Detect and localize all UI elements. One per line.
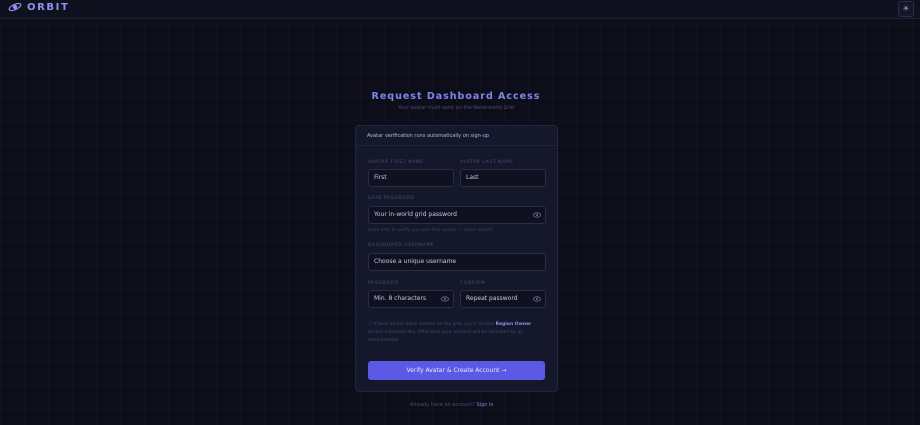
show-confirm-eye-icon[interactable]	[533, 291, 541, 307]
confirm-password-input[interactable]: Repeat password	[460, 290, 546, 308]
grid-password-input[interactable]: Your in-world grid password	[368, 206, 546, 224]
first-name-placeholder: First	[374, 174, 387, 181]
password-label: PASSWORD	[368, 281, 399, 286]
theme-toggle-button[interactable]: ☀	[898, 1, 914, 17]
info-text-prefix: ⓘ If your avatar owns estates on the gri…	[368, 322, 496, 327]
orbit-logo-icon	[8, 2, 22, 12]
show-grid-password-eye-icon[interactable]	[533, 207, 541, 223]
grid-password-placeholder: Your in-world grid password	[374, 211, 457, 218]
show-password-eye-icon[interactable]	[441, 291, 449, 307]
password-input[interactable]: Min. 8 characters	[368, 290, 454, 308]
signin-prompt: Already have an account?	[410, 402, 475, 408]
brand-logo[interactable]: ORBIT	[8, 0, 69, 14]
username-placeholder: Choose a unique username	[374, 258, 457, 265]
brand-name: ORBIT	[27, 1, 70, 13]
signin-prompt-row: Already have an account? Sign in	[410, 402, 494, 408]
grid-password-hint: Used only to verify you own this avatar …	[368, 228, 494, 233]
username-label: DASHBOARD USERNAME	[368, 243, 435, 248]
sun-icon: ☀	[902, 4, 910, 13]
verification-notice: Avatar verification runs automatically o…	[356, 126, 557, 146]
confirm-placeholder: Repeat password	[466, 295, 518, 302]
info-text-suffix: access automatically. Otherwise your acc…	[368, 330, 524, 343]
page-subtitle: Your avatar must exist on the Neverworld…	[397, 105, 515, 111]
last-name-label: AVATAR LAST NAME	[460, 160, 514, 165]
region-owner-highlight: Region Owner	[495, 322, 532, 327]
sign-in-link[interactable]: Sign in	[476, 402, 493, 408]
last-name-placeholder: Last	[466, 174, 479, 181]
verify-create-account-button[interactable]: Verify Avatar & Create Account →	[368, 361, 545, 380]
confirm-label: CONFIRM	[460, 281, 486, 286]
signup-card: Avatar verification runs automatically o…	[355, 125, 558, 392]
first-name-input[interactable]: First	[368, 169, 454, 187]
last-name-input[interactable]: Last	[460, 169, 546, 187]
page-title: Request Dashboard Access	[371, 91, 541, 102]
region-owner-info: ⓘ If your avatar owns estates on the gri…	[368, 321, 545, 353]
username-input[interactable]: Choose a unique username	[368, 253, 546, 271]
password-placeholder: Min. 8 characters	[374, 295, 427, 302]
grid-password-label: GRID PASSWORD	[368, 196, 415, 201]
top-bar: ORBIT ☀	[0, 0, 920, 19]
first-name-label: AVATAR FIRST NAME	[368, 160, 424, 165]
